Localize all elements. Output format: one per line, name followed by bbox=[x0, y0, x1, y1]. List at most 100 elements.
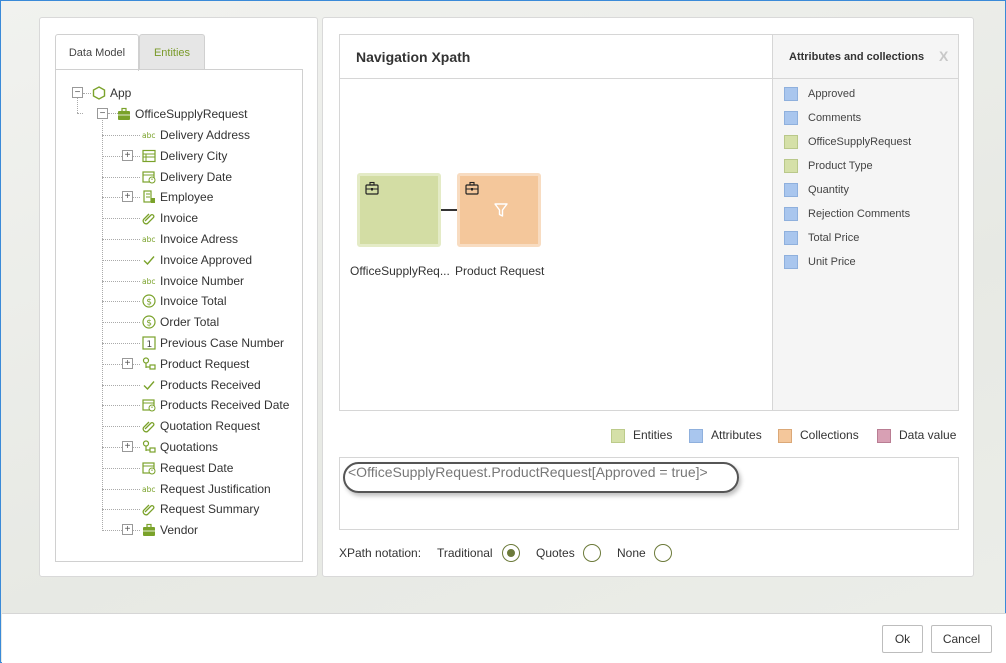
tree-item-label: Invoice Adress bbox=[160, 232, 239, 246]
filter-icon[interactable] bbox=[493, 202, 509, 218]
attribute-item[interactable]: Approved bbox=[784, 87, 954, 103]
svg-text:$: $ bbox=[146, 319, 152, 329]
tree-item-label: Request Summary bbox=[160, 502, 260, 517]
xpath-expression-field[interactable]: <OfficeSupplyRequest.ProductRequest[Appr… bbox=[339, 457, 959, 530]
legend-label: Entities bbox=[633, 428, 673, 442]
navigation-title: Navigation Xpath bbox=[356, 49, 471, 65]
attribute-swatch bbox=[784, 159, 798, 173]
tree-item-label: Products Received Date bbox=[160, 398, 290, 413]
legend-label: Data value bbox=[899, 428, 957, 442]
expand-toggle[interactable]: + bbox=[122, 149, 133, 161]
entity-node-icon bbox=[365, 181, 379, 195]
notation-option-none-label: None bbox=[617, 546, 646, 560]
attribute-item[interactable]: Unit Price bbox=[784, 255, 954, 271]
svg-text:abc: abc bbox=[142, 485, 155, 494]
attribute-label: Rejection Comments bbox=[808, 208, 911, 220]
svg-text:1: 1 bbox=[147, 340, 153, 350]
expand-toggle[interactable]: + bbox=[122, 191, 133, 203]
expand-toggle[interactable]: + bbox=[122, 524, 133, 536]
attribute-swatch bbox=[784, 111, 798, 125]
attribute-swatch bbox=[784, 135, 798, 149]
date-icon bbox=[142, 462, 156, 475]
attribute-label: OfficeSupplyRequest bbox=[808, 136, 912, 148]
attribute-item[interactable]: Rejection Comments bbox=[784, 207, 954, 223]
legend-label: Collections bbox=[800, 428, 859, 442]
navigation-xpath-box: Navigation Xpath OfficeSupplyReq... Prod… bbox=[339, 34, 959, 411]
tree-item-label: Invoice Total bbox=[160, 294, 227, 309]
tree-item-label: Employee bbox=[160, 190, 214, 205]
collection-icon bbox=[142, 357, 156, 370]
collapse-root-toggle[interactable]: − bbox=[72, 87, 83, 98]
tree-item-label: Request Justification bbox=[160, 481, 271, 496]
tree-item-label: Product Request bbox=[160, 356, 250, 371]
check-icon bbox=[143, 380, 155, 390]
dialog-footer: Ok Cancel bbox=[2, 613, 1006, 663]
legend-swatch-data-value bbox=[877, 429, 891, 443]
attribute-item[interactable]: Comments bbox=[784, 111, 954, 127]
nav-node-entity[interactable] bbox=[357, 173, 441, 247]
data-model-panel: Data Model Entities − App − OfficeSupply… bbox=[39, 17, 318, 577]
notation-option-quotes-label: Quotes bbox=[536, 546, 575, 560]
tree-item-label: Delivery Address bbox=[160, 128, 251, 142]
attribute-label: Total Price bbox=[808, 232, 860, 244]
legend-swatch-entities bbox=[611, 429, 625, 443]
tree-item-label: Products Received bbox=[160, 377, 261, 392]
ok-button[interactable]: Ok bbox=[882, 625, 923, 653]
notation-radio-traditional[interactable] bbox=[502, 544, 520, 562]
tree-item-label: Delivery Date bbox=[160, 169, 233, 184]
legend-swatch-collections bbox=[778, 429, 792, 443]
expand-toggle[interactable]: + bbox=[122, 441, 133, 452]
attachment-icon bbox=[142, 213, 155, 225]
attachment-icon bbox=[142, 504, 155, 516]
tree-item-label: Invoice Approved bbox=[160, 252, 253, 267]
date-icon bbox=[142, 399, 156, 412]
tree-item-label: Previous Case Number bbox=[160, 336, 285, 350]
text-icon: abc bbox=[142, 277, 155, 286]
notation-radio-quotes[interactable] bbox=[583, 544, 601, 562]
tree-entity-label: OfficeSupplyRequest bbox=[135, 107, 248, 121]
attribute-label: Approved bbox=[808, 88, 856, 100]
attribute-label: Comments bbox=[808, 112, 862, 124]
attribute-swatch bbox=[784, 183, 798, 197]
briefcase-icon bbox=[118, 107, 130, 120]
close-attributes-button[interactable]: X bbox=[939, 48, 948, 64]
app-hexagon-icon bbox=[92, 86, 106, 100]
expand-toggle[interactable]: + bbox=[122, 357, 133, 369]
svg-text:$: $ bbox=[146, 298, 152, 308]
attribute-item[interactable]: OfficeSupplyRequest bbox=[784, 135, 954, 151]
attribute-label: Unit Price bbox=[808, 256, 856, 268]
svg-text:abc: abc bbox=[142, 131, 155, 140]
attribute-item[interactable]: Total Price bbox=[784, 231, 954, 247]
legend-label: Attributes bbox=[711, 428, 762, 442]
attribute-item[interactable]: Product Type bbox=[784, 159, 954, 175]
tab-entities[interactable]: Entities bbox=[139, 34, 205, 70]
attributes-panel: Attributes and collections X Approved Com… bbox=[772, 35, 959, 410]
attribute-label: Quantity bbox=[808, 184, 849, 196]
attachment-icon bbox=[142, 421, 155, 433]
currency-icon: $ bbox=[142, 294, 156, 308]
collection-icon bbox=[142, 440, 156, 453]
tree-item-label: Delivery City bbox=[160, 148, 228, 163]
legend-swatch-attributes bbox=[689, 429, 703, 443]
attribute-label: Product Type bbox=[808, 160, 873, 172]
xpath-editor-panel: Navigation Xpath OfficeSupplyReq... Prod… bbox=[322, 17, 974, 577]
tree-item-label: Quotation Request bbox=[160, 419, 261, 434]
tree-item-label: Request Date bbox=[160, 460, 234, 475]
nav-node-collection[interactable] bbox=[457, 173, 541, 247]
xpath-notation-label: XPath notation: bbox=[339, 546, 422, 560]
notation-radio-none[interactable] bbox=[654, 544, 672, 562]
text-icon: abc bbox=[142, 235, 155, 244]
text-icon: abc bbox=[142, 485, 155, 494]
list-icon bbox=[142, 149, 156, 162]
svg-text:abc: abc bbox=[142, 235, 155, 244]
dialog-window: Data Model Entities − App − OfficeSupply… bbox=[0, 0, 1006, 663]
attribute-item[interactable]: Quantity bbox=[784, 183, 954, 199]
tab-data-model[interactable]: Data Model bbox=[55, 34, 139, 71]
tree-item-label: Order Total bbox=[160, 315, 220, 330]
tree-item-label: Quotations bbox=[160, 440, 219, 454]
collapse-entity-toggle[interactable]: − bbox=[97, 108, 108, 119]
notation-option-traditional-label: Traditional bbox=[437, 546, 493, 560]
nav-node-entity-label: OfficeSupplyReq... bbox=[350, 264, 450, 278]
cancel-button[interactable]: Cancel bbox=[931, 625, 992, 653]
tree-root-label: App bbox=[110, 86, 132, 100]
